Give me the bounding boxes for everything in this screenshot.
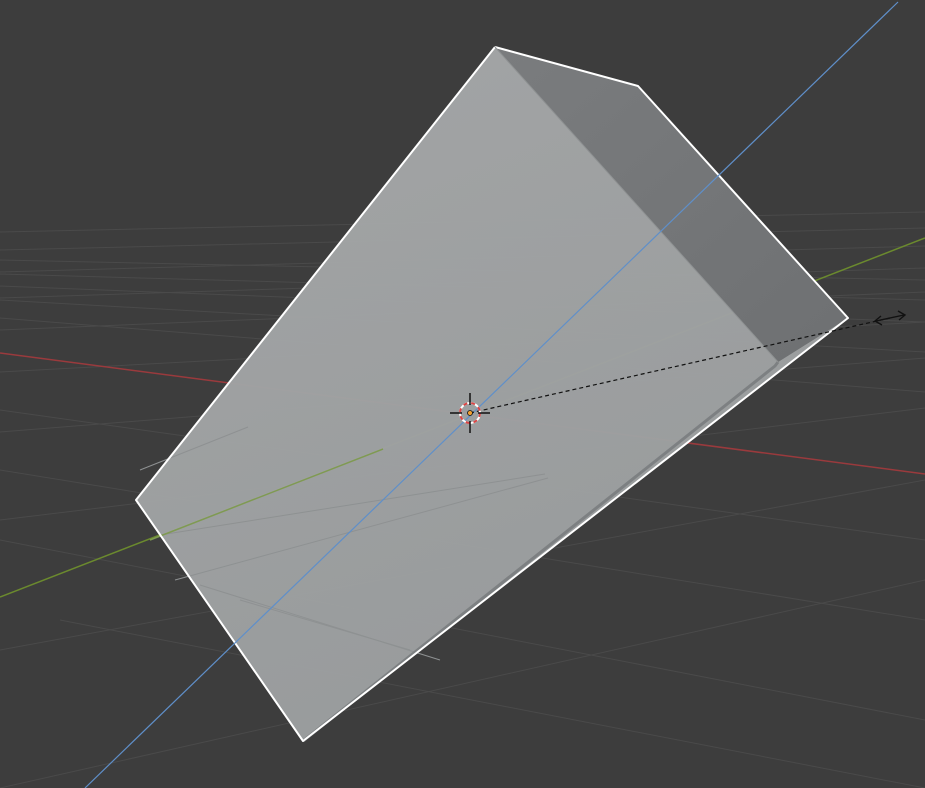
3d-viewport[interactable] [0, 0, 925, 788]
viewport-canvas[interactable] [0, 0, 925, 788]
origin-icon [467, 410, 473, 416]
